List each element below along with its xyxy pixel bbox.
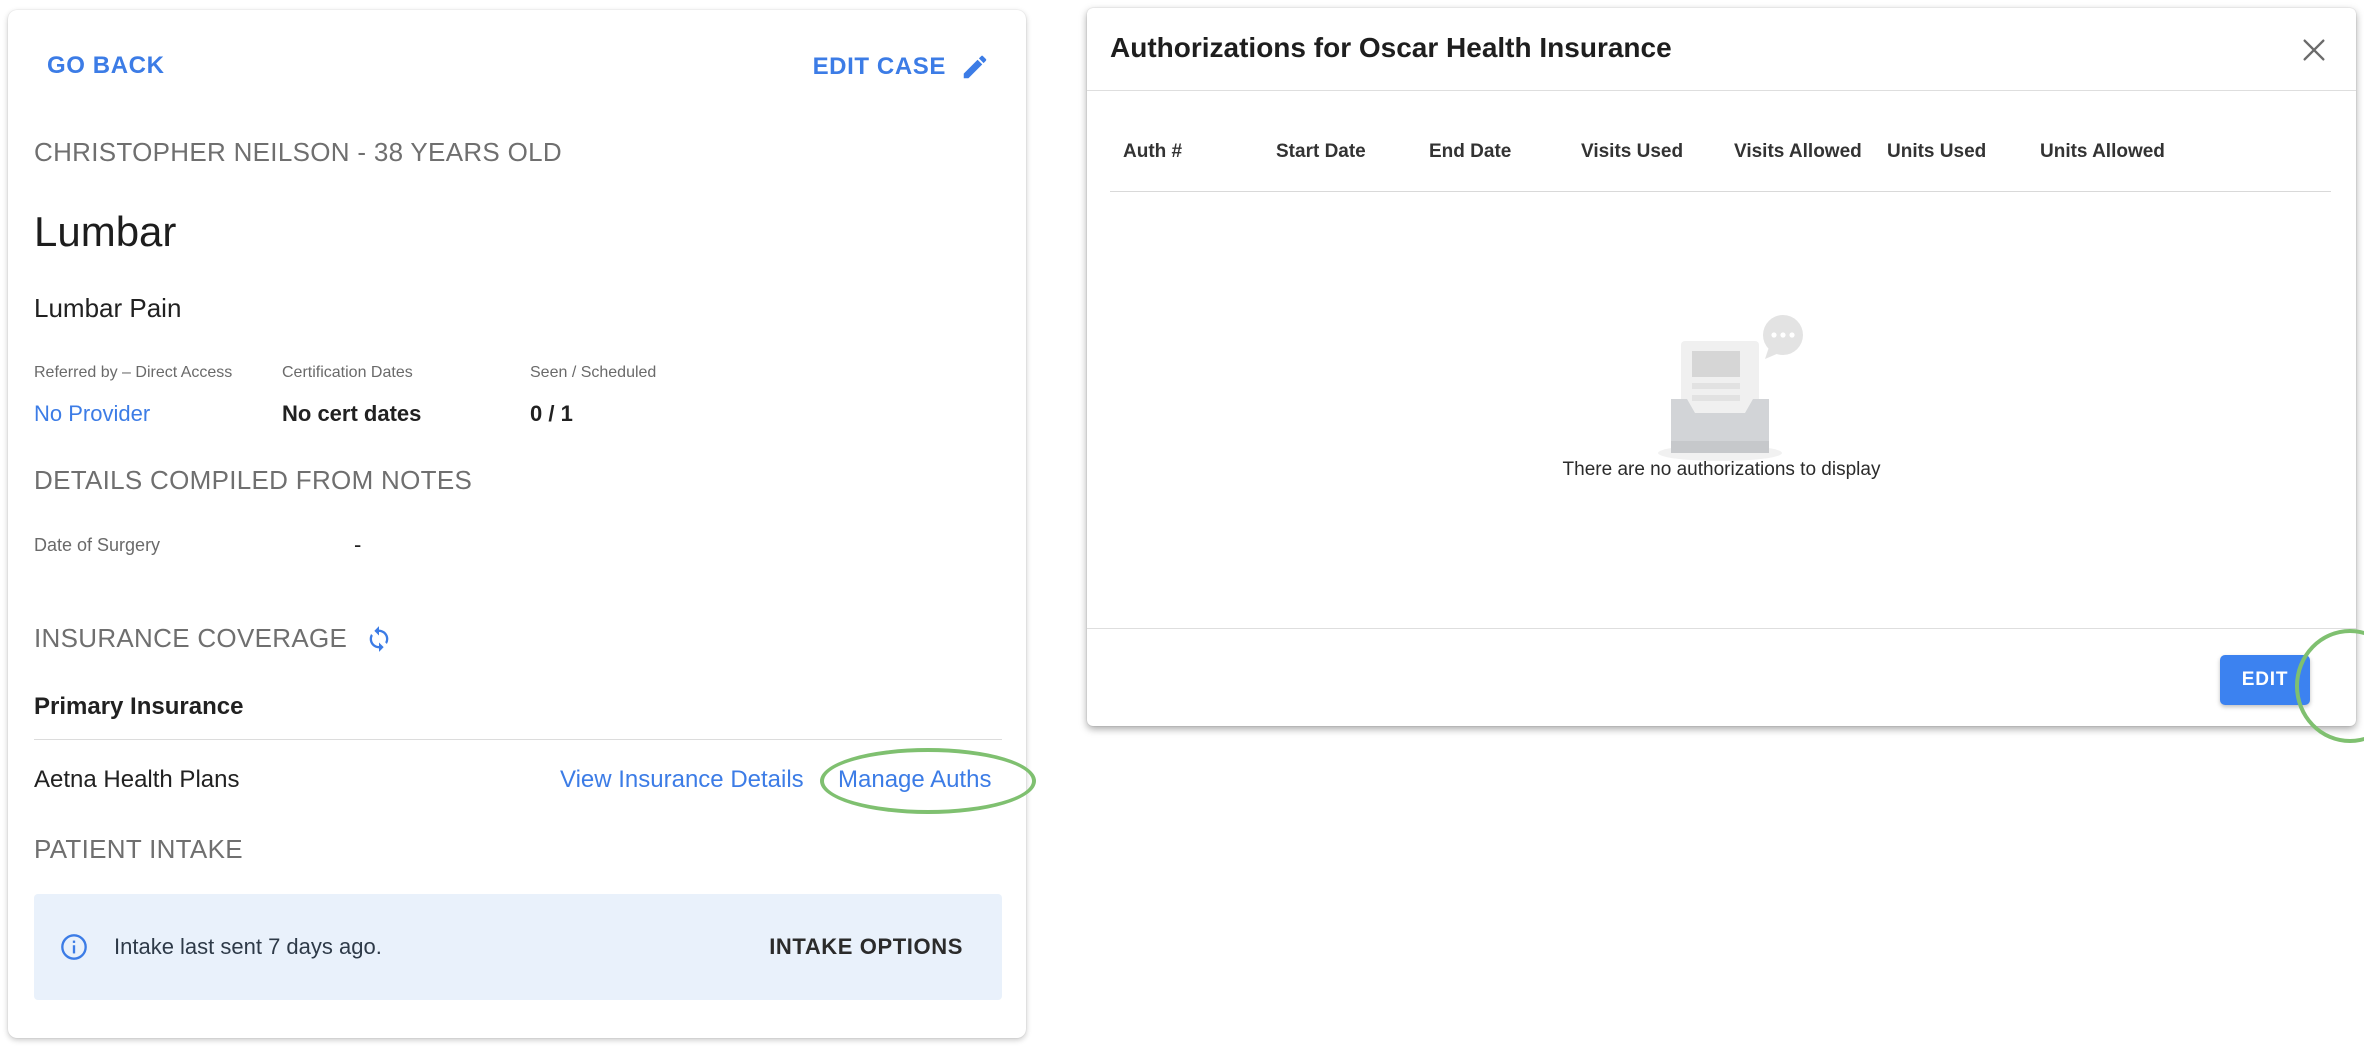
go-back-button[interactable]: GO BACK [47,52,165,80]
edit-case-button[interactable]: EDIT CASE [813,52,990,82]
diagnosis: Lumbar Pain [34,293,182,323]
referring-provider-link[interactable]: No Provider [34,401,150,427]
insurance-coverage-label: INSURANCE COVERAGE [34,623,348,653]
close-icon[interactable] [2298,34,2330,66]
patient-name-age: CHRISTOPHER NEILSON - 38 YEARS OLD [34,137,562,167]
edit-button-highlight-circle [2295,629,2364,743]
view-insurance-details-link[interactable]: View Insurance Details [560,766,804,794]
details-section-heading: DETAILS COMPILED FROM NOTES [34,465,473,495]
intake-status-message: Intake last sent 7 days ago. [114,934,382,959]
empty-state-message: There are no authorizations to display [1562,459,1881,480]
seen-scheduled-value: 0 / 1 [530,401,573,426]
intake-status-banner: Intake last sent 7 days ago. INTAKE OPTI… [34,894,1002,1000]
insurance-coverage-heading: INSURANCE COVERAGE [34,623,393,654]
insurance-name: Aetna Health Plans [34,766,240,793]
case-title: Lumbar [34,208,177,255]
empty-inbox-icon [1658,315,1803,461]
primary-insurance-label: Primary Insurance [34,693,244,720]
refresh-icon[interactable] [365,625,393,653]
seen-scheduled-label: Seen / Scheduled [530,364,657,381]
date-of-surgery-value: - [354,532,362,557]
dialog-title: Authorizations for Oscar Health Insuranc… [1110,32,1672,63]
column-header-units-used: Units Used [1887,141,1987,162]
referred-by-label: Referred by – Direct Access [34,364,233,381]
column-header-auth-number: Auth # [1123,141,1183,162]
edit-case-label: EDIT CASE [812,53,946,80]
table-header-divider [1110,191,2331,192]
authorizations-dialog: Authorizations for Oscar Health Insuranc… [1087,8,2364,743]
patient-intake-heading: PATIENT INTAKE [34,834,243,864]
column-header-start-date: Start Date [1276,141,1366,162]
date-of-surgery-label: Date of Surgery [34,535,161,555]
intake-options-button[interactable]: INTAKE OPTIONS [769,934,963,960]
column-header-visits-used: Visits Used [1581,141,1684,162]
info-icon [61,934,87,960]
insurance-divider [34,739,1002,740]
case-card: GO BACK EDIT CASE CHRISTOPHER NEILSON - … [8,10,1036,1038]
pencil-icon [963,55,987,79]
dialog-header-divider [1087,90,2356,91]
certification-dates-label: Certification Dates [282,364,413,381]
column-header-units-allowed: Units Allowed [2040,141,2165,162]
dialog-footer-divider [1087,628,2356,629]
column-header-end-date: End Date [1429,141,1512,162]
column-header-visits-allowed: Visits Allowed [1734,141,1862,162]
manage-auths-highlight-circle [820,748,1036,814]
certification-dates-value: No cert dates [282,401,422,426]
